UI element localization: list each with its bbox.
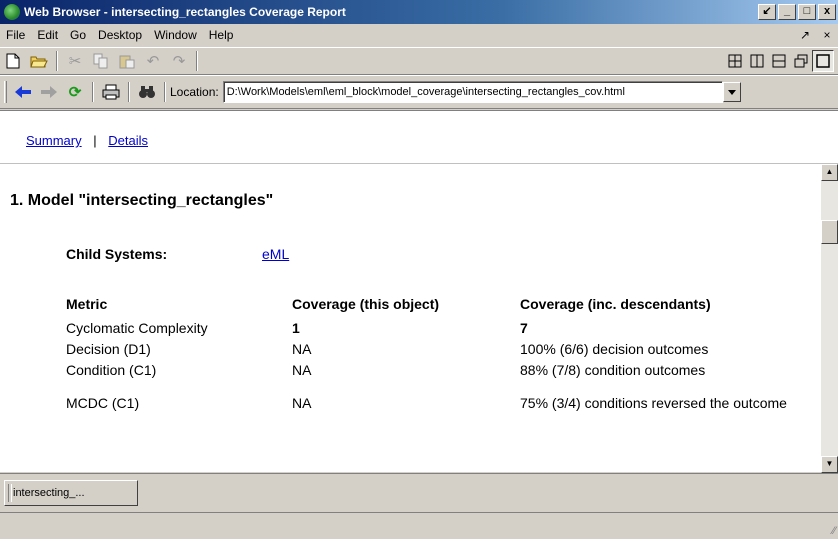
new-page-icon[interactable] [1,50,25,72]
column-header-this: Coverage (this object) [292,296,440,312]
scroll-thumb[interactable] [821,220,838,244]
navigation-toolbar: ⟳ Location: D:\Work\Models\eml\eml_block… [0,75,838,109]
title-bar: Web Browser - intersecting_rectangles Co… [0,0,838,24]
close-document-icon[interactable]: × [816,28,838,42]
window-title: Web Browser - intersecting_rectangles Co… [24,5,346,19]
coverage-inc: 75% (3/4) conditions reversed the outcom… [520,394,787,411]
toolbar-separator [164,82,166,102]
coverage-this: NA [292,341,312,357]
nav-separator: | [93,133,97,148]
forward-arrow-icon[interactable] [37,81,61,103]
menu-file[interactable]: File [0,28,31,42]
model-heading: 1. Model "intersecting_rectangles" [10,192,274,209]
location-input[interactable]: D:\Work\Models\eml\eml_block\model_cover… [222,81,723,103]
redo-icon[interactable]: ↷ [167,50,191,72]
minimize-button[interactable]: _ [778,4,796,20]
resize-grip-icon[interactable]: ⁄⁄ [832,525,836,537]
float-icon[interactable] [790,50,812,72]
toolbar-separator [92,82,94,102]
paste-icon[interactable] [115,50,139,72]
document-tab-bar: intersecting_... [0,473,838,511]
location-dropdown-button[interactable] [722,82,741,102]
details-link[interactable]: Details [108,133,148,148]
summary-link[interactable]: Summary [26,133,82,148]
undo-icon[interactable]: ↶ [141,50,165,72]
dock-button[interactable]: ↙ [758,4,776,20]
menu-window[interactable]: Window [148,28,203,42]
menu-bar: File Edit Go Desktop Window Help ↗ × [0,24,838,46]
maximize-icon[interactable] [812,50,834,72]
document-tab[interactable]: intersecting_... [4,480,138,506]
metric-name: Condition (C1) [66,362,157,378]
column-header-metric: Metric [66,296,108,312]
menu-help[interactable]: Help [203,28,240,42]
cut-icon[interactable]: ✂ [63,50,87,72]
edit-toolbar: ✂ ↶ ↷ [0,47,838,75]
chevron-down-icon [727,89,736,95]
coverage-inc: 100% (6/6) decision outcomes [520,341,709,357]
report-document: 1. Model "intersecting_rectangles" Child… [0,164,818,473]
toolbar-grip[interactable] [4,81,7,103]
table-row: MCDC (C1) NA 75% (3/4) conditions revers… [66,381,806,425]
toolbar-separator [56,51,58,71]
coverage-inc: 88% (7/8) condition outcomes [520,362,706,378]
globe-icon [4,4,20,20]
find-binoculars-icon[interactable] [135,81,159,103]
tile-vertical-icon[interactable] [746,50,768,72]
table-row: Condition (C1) NA 88% (7/8) condition ou… [66,360,806,381]
table-row: Cyclomatic Complexity 1 7 [66,318,806,339]
menu-edit[interactable]: Edit [31,28,64,42]
coverage-inc: 7 [520,320,528,336]
child-system-link[interactable]: eML [262,246,289,262]
tile-horizontal-icon[interactable] [768,50,790,72]
report-nav-links: Summary | Details [0,111,838,163]
toolbar-separator [128,82,130,102]
table-row: Decision (D1) NA 100% (6/6) decision out… [66,339,806,360]
metric-name: Decision (D1) [66,341,151,357]
table-header-row: Metric Coverage (this object) Coverage (… [66,294,806,318]
status-bar: ⁄⁄ [0,512,838,539]
tile-grid-icon[interactable] [724,50,746,72]
back-arrow-icon[interactable] [11,81,35,103]
copy-icon[interactable] [89,50,113,72]
print-icon[interactable] [99,81,123,103]
column-header-inc: Coverage (inc. descendants) [520,296,711,312]
maximize-button[interactable]: □ [798,4,816,20]
metric-name: Cyclomatic Complexity [66,320,208,336]
window-controls: ↙ _ □ x [756,4,836,20]
metric-name: MCDC (C1) [66,394,140,411]
refresh-icon[interactable]: ⟳ [63,81,87,103]
toolbar-separator [196,51,198,71]
open-folder-icon[interactable] [27,50,51,72]
coverage-this: NA [292,362,312,378]
coverage-table: Metric Coverage (this object) Coverage (… [66,294,806,425]
coverage-this: 1 [292,320,300,336]
undock-icon[interactable]: ↗ [794,28,816,42]
location-label: Location: [170,85,219,99]
scroll-up-button[interactable]: ▲ [821,164,838,181]
menu-desktop[interactable]: Desktop [92,28,148,42]
child-systems-label: Child Systems: [66,246,168,262]
browser-content: Summary | Details 1. Model "intersecting… [0,110,838,473]
close-button[interactable]: x [818,4,836,20]
vertical-scrollbar[interactable]: ▲ ▼ [821,164,838,473]
menu-go[interactable]: Go [64,28,92,42]
scroll-down-button[interactable]: ▼ [821,456,838,473]
coverage-this: NA [292,394,312,411]
